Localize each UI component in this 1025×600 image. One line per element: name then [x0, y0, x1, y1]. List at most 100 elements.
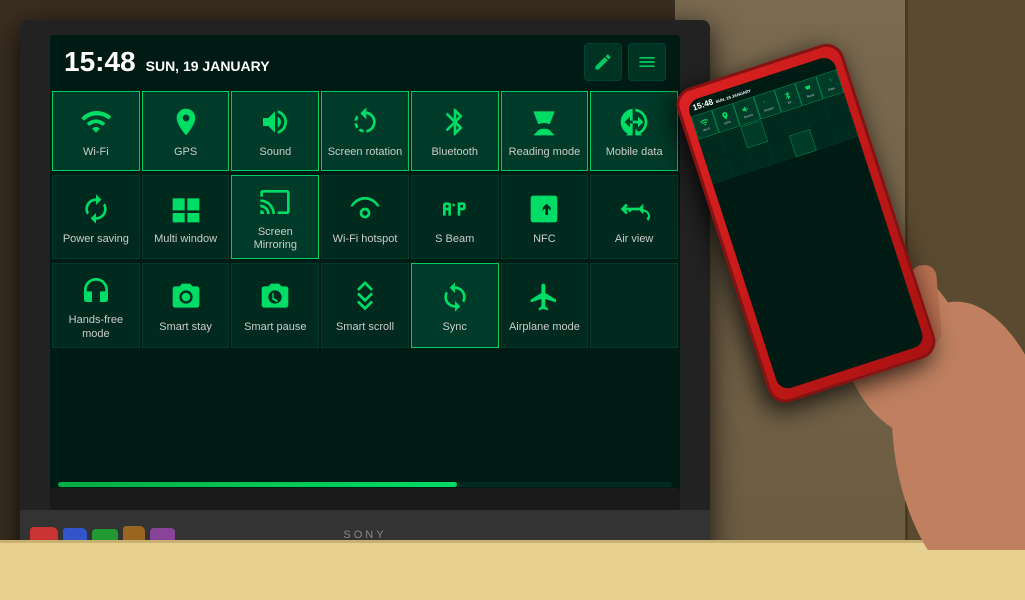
screen-mirroring-label: Screen Mirroring [236, 226, 314, 252]
smart-scroll-tile[interactable]: Smart scroll [321, 263, 409, 347]
bluetooth-icon-wrap [437, 104, 473, 140]
multi-window-icon [170, 193, 202, 225]
sync-icon [439, 281, 471, 313]
power-saving-tile[interactable]: Power saving [52, 175, 140, 259]
gps-tile[interactable]: GPS [142, 91, 230, 171]
hands-free-label: Hands-free mode [57, 314, 135, 340]
smart-scroll-icon-wrap [347, 279, 383, 315]
smart-stay-tile[interactable]: Smart stay [142, 263, 230, 347]
air-view-icon [618, 193, 650, 225]
screen-header: 15:48 SUN, 19 JANUARY [50, 35, 680, 89]
shelf [0, 540, 1025, 600]
date: SUN, 19 JANUARY [146, 58, 270, 74]
nfc-tile[interactable]: NFC [501, 175, 589, 259]
toy-car-3 [92, 529, 118, 540]
wifi-hotspot-tile[interactable]: Wi-Fi hotspot [321, 175, 409, 259]
hands-free-icon [80, 274, 112, 306]
edit-icon [593, 52, 613, 72]
screen-rotation-tile[interactable]: Screen rotation [321, 91, 409, 171]
airplane-mode-icon [528, 281, 560, 313]
quick-settings-row3: Hands-free mode Smart stay [50, 261, 680, 349]
screen-rotation-icon [349, 106, 381, 138]
toy-car-5 [150, 528, 175, 540]
sync-label: Sync [442, 321, 466, 334]
airplane-mode-tile[interactable]: Airplane mode [501, 263, 589, 347]
power-saving-label: Power saving [63, 233, 129, 246]
mobile-data-icon-wrap [616, 104, 652, 140]
sound-tile[interactable]: Sound [231, 91, 319, 171]
screen-mirroring-tile[interactable]: Screen Mirroring [231, 175, 319, 259]
time-display: 15:48 SUN, 19 JANUARY [64, 46, 270, 78]
gps-icon-wrap [168, 104, 204, 140]
s-beam-label: S Beam [435, 233, 474, 246]
multi-window-icon-wrap [168, 191, 204, 227]
wifi-label: Wi-Fi [83, 146, 109, 159]
sync-icon-wrap [437, 279, 473, 315]
smart-pause-icon [259, 281, 291, 313]
soundbar [50, 488, 680, 510]
sound-icon-wrap [257, 104, 293, 140]
edit-button[interactable] [584, 43, 622, 81]
air-view-tile[interactable]: Air view [590, 175, 678, 259]
progress-bar-fill [58, 482, 457, 487]
quick-settings-row1: Wi-Fi GPS Sound [50, 89, 680, 173]
wifi-icon-wrap [78, 104, 114, 140]
smart-stay-label: Smart stay [159, 321, 212, 334]
toy-car-1 [30, 527, 58, 540]
screen-rotation-icon-wrap [347, 104, 383, 140]
smart-pause-label: Smart pause [244, 321, 306, 334]
bluetooth-label: Bluetooth [431, 146, 477, 159]
airplane-mode-icon-wrap [526, 279, 562, 315]
s-beam-tile[interactable]: S Beam [411, 175, 499, 259]
air-view-icon-wrap [616, 191, 652, 227]
empty-tile [590, 263, 678, 347]
reading-mode-icon [528, 106, 560, 138]
smart-scroll-icon [349, 281, 381, 313]
multi-window-tile[interactable]: Multi window [142, 175, 230, 259]
power-saving-icon-wrap [78, 191, 114, 227]
s-beam-icon [439, 193, 471, 225]
menu-icon [637, 52, 657, 72]
mobile-data-label: Mobile data [606, 146, 663, 159]
tv-body: 15:48 SUN, 19 JANUARY [20, 20, 710, 560]
smart-pause-icon-wrap [257, 279, 293, 315]
wifi-hotspot-icon-wrap [347, 191, 383, 227]
bluetooth-tile[interactable]: Bluetooth [411, 91, 499, 171]
sound-label: Sound [259, 146, 291, 159]
nfc-icon [528, 193, 560, 225]
quick-settings-row2: Power saving Multi window Screen M [50, 173, 680, 261]
mobile-data-tile[interactable]: Mobile data [590, 91, 678, 171]
smart-scroll-label: Smart scroll [336, 321, 394, 334]
gps-label: GPS [174, 146, 197, 159]
toy-car-4 [123, 526, 145, 540]
air-view-label: Air view [615, 233, 654, 246]
reading-mode-label: Reading mode [509, 146, 581, 159]
progress-bar-container [58, 482, 672, 487]
mobile-data-icon [618, 106, 650, 138]
hands-free-icon-wrap [78, 272, 114, 308]
smart-pause-tile[interactable]: Smart pause [231, 263, 319, 347]
toy-car-2 [63, 528, 87, 540]
gps-icon [170, 106, 202, 138]
s-beam-icon-wrap [437, 191, 473, 227]
sound-icon [259, 106, 291, 138]
reading-mode-tile[interactable]: Reading mode [501, 91, 589, 171]
screen-rotation-label: Screen rotation [328, 146, 403, 159]
screen-mirroring-icon-wrap [257, 184, 293, 220]
hands-free-tile[interactable]: Hands-free mode [52, 263, 140, 347]
wifi-tile[interactable]: Wi-Fi [52, 91, 140, 171]
wifi-hotspot-icon [349, 193, 381, 225]
power-saving-icon [80, 193, 112, 225]
shelf-items [30, 526, 175, 540]
tv-screen: 15:48 SUN, 19 JANUARY [50, 35, 680, 495]
nfc-label: NFC [533, 233, 556, 246]
screen-mirroring-icon [259, 186, 291, 218]
bluetooth-icon [439, 106, 471, 138]
header-icons [584, 43, 666, 81]
wifi-icon [80, 106, 112, 138]
menu-button[interactable] [628, 43, 666, 81]
sync-tile[interactable]: Sync [411, 263, 499, 347]
smart-stay-icon [170, 281, 202, 313]
airplane-mode-label: Airplane mode [509, 321, 580, 334]
smart-stay-icon-wrap [168, 279, 204, 315]
